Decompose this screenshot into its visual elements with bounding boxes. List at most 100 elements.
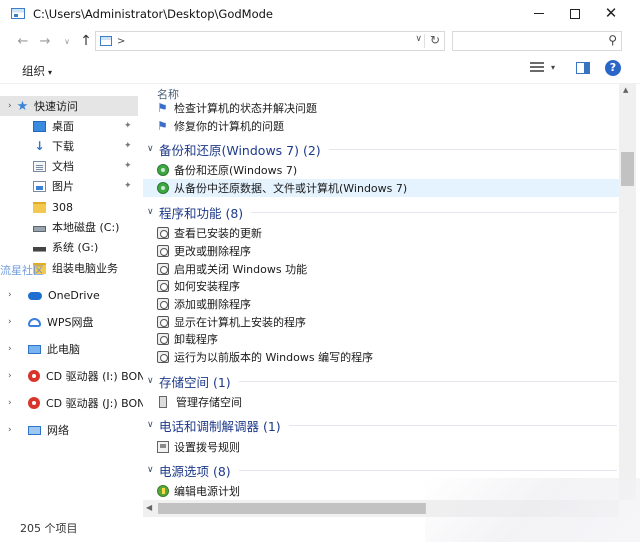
forward-button[interactable]: → xyxy=(36,31,54,51)
search-icon[interactable]: ⚲ xyxy=(608,33,617,47)
horizontal-scrollbar[interactable]: ◀ xyxy=(143,500,619,517)
sidebar-item-pictures[interactable]: 图片 ✦ xyxy=(0,176,143,196)
list-item[interactable]: 查看已安装的更新 xyxy=(143,224,619,242)
sidebar-item-documents[interactable]: 文档 ✦ xyxy=(0,156,143,176)
list-item[interactable]: 启用或关闭 Windows 功能 xyxy=(143,260,619,278)
sidebar-item-this-pc[interactable]: › 此电脑 xyxy=(0,339,143,359)
sidebar-item-308[interactable]: 308 xyxy=(0,197,143,217)
close-button[interactable]: ✕ xyxy=(588,0,634,27)
scrollbar-thumb[interactable] xyxy=(621,152,634,186)
sidebar-item-label: 网络 xyxy=(47,424,69,437)
list-item[interactable]: 设置拨号规则 xyxy=(143,438,619,456)
item-label: 查看已安装的更新 xyxy=(174,227,262,240)
scrollbar-thumb[interactable] xyxy=(158,503,426,514)
sidebar-item-label: 组装电脑业务 xyxy=(52,262,118,275)
breadcrumb-separator[interactable]: > xyxy=(117,36,125,47)
programs-icon xyxy=(157,316,169,328)
chevron-down-icon[interactable]: ∨ xyxy=(147,207,157,217)
window-title: C:\Users\Administrator\Desktop\GodMode xyxy=(33,6,274,21)
sidebar-item-cd-drive-i[interactable]: › CD 驱动器 (I:) BON. xyxy=(0,366,143,386)
view-options-icon[interactable] xyxy=(530,62,544,74)
chevron-right-icon[interactable]: › xyxy=(8,344,12,354)
scroll-left-icon[interactable]: ◀ xyxy=(146,503,152,512)
sidebar-item-onedrive[interactable]: › OneDrive xyxy=(0,285,143,305)
phone-icon xyxy=(157,441,169,453)
documents-icon xyxy=(33,160,46,172)
sidebar-item-downloads[interactable]: ↓ 下载 ✦ xyxy=(0,136,143,156)
sidebar-item-system-g[interactable]: 系统 (G:) xyxy=(0,237,143,257)
group-header[interactable]: ∨ 电源选项 (8) xyxy=(143,460,619,480)
programs-icon xyxy=(157,263,169,275)
drive-icon xyxy=(33,247,46,252)
up-button[interactable]: ↑ xyxy=(77,31,95,51)
chevron-right-icon[interactable]: › xyxy=(8,398,12,408)
list-item[interactable]: 卸载程序 xyxy=(143,330,619,348)
chevron-down-icon[interactable]: ∨ xyxy=(147,144,157,154)
refresh-button[interactable]: ↻ xyxy=(430,33,440,47)
list-item[interactable]: 显示在计算机上安装的程序 xyxy=(143,313,619,331)
chevron-down-icon[interactable]: ∨ xyxy=(147,376,157,386)
list-item[interactable]: 更改或删除程序 xyxy=(143,242,619,260)
address-dropdown-button[interactable]: ∨ xyxy=(415,34,422,44)
sidebar-item-label: OneDrive xyxy=(48,288,100,302)
group-header[interactable]: ∨ 备份和还原(Windows 7) (2) xyxy=(143,139,619,159)
preview-pane-icon[interactable] xyxy=(576,62,590,74)
help-icon[interactable]: ? xyxy=(605,60,621,76)
group-title: 存储空间 (1) xyxy=(159,374,231,390)
chevron-right-icon[interactable]: › xyxy=(8,317,12,327)
group-header[interactable]: ∨ 电话和调制解调器 (1) xyxy=(143,415,619,435)
item-label: 卸载程序 xyxy=(174,333,218,346)
recent-locations-button[interactable]: ∨ xyxy=(58,31,76,51)
sidebar-item-label: 本地磁盘 (C:) xyxy=(52,221,120,234)
address-bar[interactable]: > ∨ ↻ xyxy=(95,31,445,51)
sidebar-item-cd-drive-j[interactable]: › CD 驱动器 (J:) BON. xyxy=(0,393,143,413)
chevron-right-icon[interactable]: › xyxy=(8,101,12,111)
sidebar-item-label: 系统 (G:) xyxy=(52,241,99,254)
computer-icon xyxy=(28,344,41,354)
cd-drive-icon xyxy=(28,397,40,409)
sidebar-item-label: CD 驱动器 (I:) BON. xyxy=(46,370,143,383)
chevron-down-icon[interactable]: ∨ xyxy=(147,465,157,475)
chevron-right-icon[interactable]: › xyxy=(8,425,12,435)
programs-icon xyxy=(157,245,169,257)
sidebar-item-label: 图片 xyxy=(52,180,74,193)
sidebar-item-local-disk-c[interactable]: 本地磁盘 (C:) xyxy=(0,217,143,237)
item-label: 显示在计算机上安装的程序 xyxy=(174,316,306,329)
list-item[interactable]: 备份和还原(Windows 7) xyxy=(143,161,619,179)
file-list: 名称 ⚑ 检查计算机的状态并解决问题 ⚑ 修复你的计算机的问题 ∨ 备份和还原(… xyxy=(143,84,619,500)
search-input[interactable] xyxy=(457,32,597,50)
scroll-up-icon[interactable]: ▲ xyxy=(623,86,628,94)
sidebar-item-label: 下载 xyxy=(52,140,74,153)
sidebar-item-network[interactable]: › 网络 xyxy=(0,420,143,440)
list-item[interactable]: 编辑电源计划 xyxy=(143,482,619,500)
drive-icon xyxy=(33,226,46,232)
item-label: 编辑电源计划 xyxy=(174,485,240,498)
command-bar: 组织 ▾ ▾ ? xyxy=(0,56,640,84)
chevron-right-icon[interactable]: › xyxy=(8,371,12,381)
list-item[interactable]: 运行为以前版本的 Windows 编写的程序 xyxy=(143,348,619,366)
group-header[interactable]: ∨ 存储空间 (1) xyxy=(143,371,619,391)
group-title: 电源选项 (8) xyxy=(159,463,231,479)
sidebar-item-label: CD 驱动器 (J:) BON. xyxy=(46,397,143,410)
list-item[interactable]: ⚑ 修复你的计算机的问题 xyxy=(143,117,619,135)
sidebar-item-desktop[interactable]: 桌面 ✦ xyxy=(0,116,143,136)
list-item[interactable]: 从备份中还原数据、文件或计算机(Windows 7) xyxy=(143,179,619,197)
group-divider xyxy=(288,424,617,426)
programs-icon xyxy=(157,298,169,310)
sidebar-item-wps-cloud[interactable]: › WPS网盘 xyxy=(0,312,143,332)
search-box[interactable]: ⚲ xyxy=(452,31,622,51)
backup-icon xyxy=(157,182,169,194)
group-header[interactable]: ∨ 程序和功能 (8) xyxy=(143,202,619,222)
list-item[interactable]: 管理存储空间 xyxy=(143,393,619,411)
chevron-right-icon[interactable]: › xyxy=(8,290,12,300)
chevron-down-icon[interactable]: ∨ xyxy=(147,420,157,430)
organize-menu-button[interactable]: 组织 ▾ xyxy=(22,63,52,79)
list-item[interactable]: 添加或删除程序 xyxy=(143,295,619,313)
vertical-scrollbar[interactable]: ▲ xyxy=(619,84,636,500)
list-item[interactable]: ⚑ 检查计算机的状态并解决问题 xyxy=(143,99,619,117)
list-item[interactable]: 如何安装程序 xyxy=(143,277,619,295)
back-button[interactable]: ← xyxy=(14,31,32,51)
sidebar-item-quick-access[interactable]: › ★ 快速访问 xyxy=(0,96,138,116)
item-count: 205 个项目 xyxy=(20,522,78,535)
view-dropdown-button[interactable]: ▾ xyxy=(551,63,555,72)
